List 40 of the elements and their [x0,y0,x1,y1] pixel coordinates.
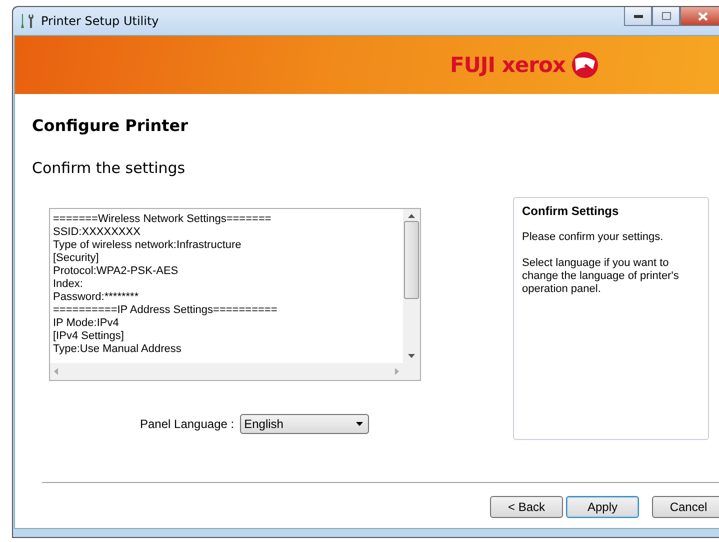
panel-language-label: Panel Language : [140,417,234,431]
close-button[interactable] [680,7,719,26]
right-arrow-icon [395,368,399,375]
maximize-button[interactable] [652,7,680,26]
settings-line: Password:******** [53,291,140,304]
settings-line: Protocol:WPA2-PSK-AES [53,265,180,278]
page-heading: Configure Printer [32,116,190,135]
settings-line: Type of wireless network:Infrastructure [53,239,242,252]
dialog-button[interactable]: Cancel [652,496,719,518]
settings-line: ==========IP Address Settings========== [53,304,278,317]
close-icon [698,12,708,20]
left-arrow-icon [54,368,58,375]
horizontal-scrollbar[interactable] [50,363,403,380]
maximize-icon [662,12,670,20]
settings-line: SSID:XXXXXXXX [53,226,142,239]
settings-line: IP Mode:IPv4 [53,317,120,330]
minimize-button[interactable] [624,7,652,26]
settings-line: [IPv4 Settings] [53,330,125,343]
tools-icon [19,13,35,29]
settings-line: =======Wireless Network Settings======= [53,213,272,226]
sphere-logo-icon [571,51,600,79]
settings-line: Type:Use Manual Address [53,343,182,356]
settings-line: Index: [53,278,84,291]
settings-line: [Security] [53,252,100,265]
minimize-icon [634,14,642,18]
brand-logo: FUJI xerox [450,53,566,77]
dialog-button[interactable]: < Back [490,496,563,518]
panel-language-dropdown[interactable]: English [240,414,370,434]
dialog-button[interactable]: Apply [566,496,639,518]
settings-text-area[interactable] [49,208,421,381]
help-text: Select language if you want to change the language of printer's operation panel. [522,257,680,296]
vertical-scrollbar[interactable] [403,209,420,363]
help-title: Confirm Settings [522,205,620,218]
scrollbar-thumb[interactable] [404,221,419,299]
down-arrow-icon [408,354,415,358]
dropdown-arrow-icon [356,422,364,426]
up-arrow-icon [408,214,415,218]
help-text: Please confirm your settings. [522,231,664,244]
page-subheading: Confirm the settings [32,159,186,177]
window-title: Printer Setup Utility [41,14,159,28]
